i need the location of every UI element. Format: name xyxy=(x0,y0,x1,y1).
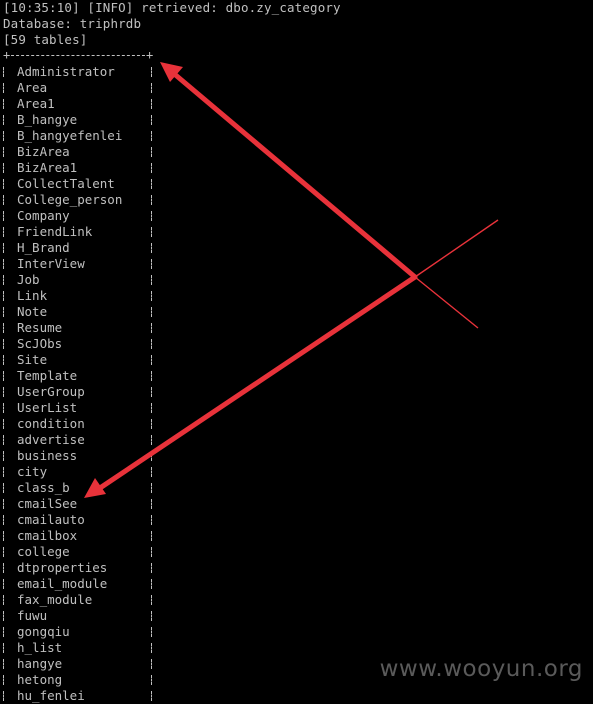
terminal-window: [10:35:10] [INFO] retrieved: dbo.zy_cate… xyxy=(0,0,593,703)
annotation-overlay xyxy=(84,62,499,498)
thin-annotation-line-b xyxy=(414,276,479,329)
watermark-text: www.wooyun.org xyxy=(379,656,583,682)
thin-annotation-line-a xyxy=(414,219,499,278)
arrow-shaft-lower xyxy=(94,274,418,493)
arrow-shaft-upper xyxy=(169,69,418,280)
